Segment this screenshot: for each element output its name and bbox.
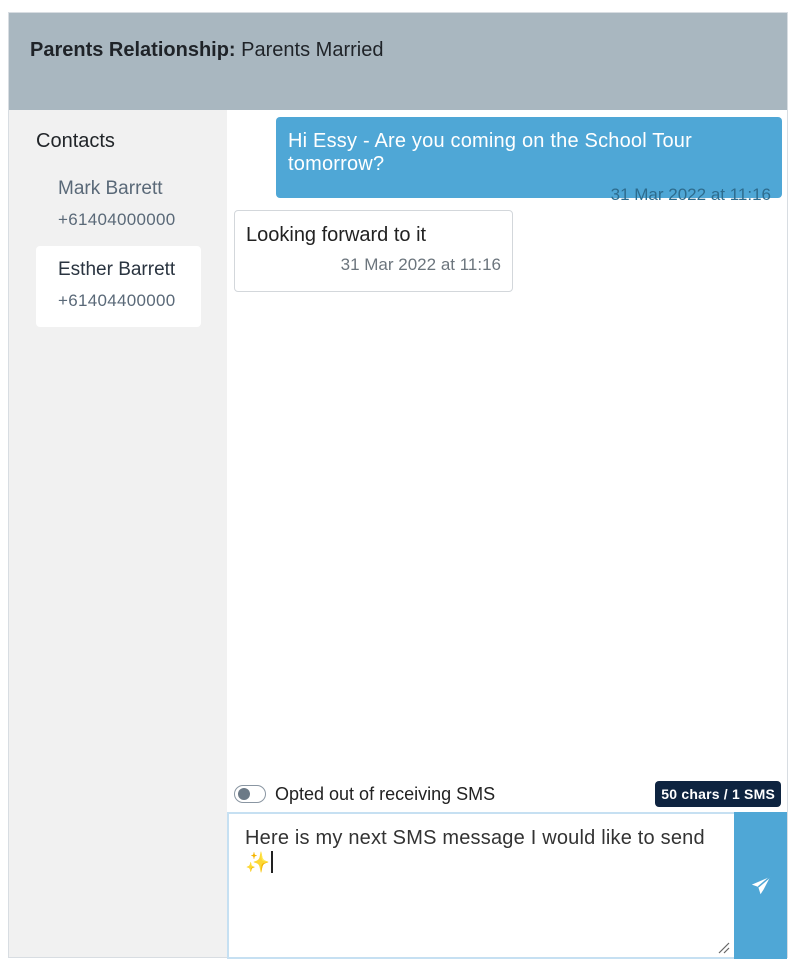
send-button[interactable] xyxy=(734,812,787,959)
message-timestamp: 31 Mar 2022 at 11:16 xyxy=(340,255,501,274)
header-bar: Parents Relationship: Parents Married xyxy=(9,13,787,110)
toggle-off-icon[interactable] xyxy=(234,785,266,803)
relationship-line: Parents Relationship: Parents Married xyxy=(30,39,383,62)
optout-row: Opted out of receiving SMS xyxy=(234,782,495,806)
message-bubble-incoming: Looking forward to it 31 Mar 2022 at 11:… xyxy=(234,210,513,292)
contact-item-esther-barrett[interactable]: Esther Barrett +61404400000 xyxy=(36,246,201,327)
contact-phone: +61404000000 xyxy=(58,210,176,229)
optout-label: Opted out of receiving SMS xyxy=(275,783,496,804)
contacts-title: Contacts xyxy=(36,130,115,152)
message-input-value: Here is my next SMS message I would like… xyxy=(245,827,705,874)
message-bubble-outgoing: Hi Essy - Are you coming on the School T… xyxy=(276,117,782,204)
sms-char-counter-badge: 50 chars / 1 SMS xyxy=(655,781,781,807)
toggle-knob xyxy=(238,788,250,800)
sms-panel: Parents Relationship: Parents Married Co… xyxy=(8,12,788,959)
paper-plane-icon xyxy=(751,875,771,894)
message-text: Looking forward to it xyxy=(246,224,427,246)
message-timestamp: 31 Mar 2022 at 11:16 xyxy=(610,185,771,204)
contact-name: Mark Barrett xyxy=(58,178,163,199)
relationship-value: Parents Married xyxy=(241,39,384,61)
contact-name: Esther Barrett xyxy=(58,259,176,280)
relationship-label: Parents Relationship: xyxy=(30,39,236,61)
contacts-sidebar: Contacts Mark Barrett +61404000000 Esthe… xyxy=(9,110,227,957)
message-text: Hi Essy - Are you coming on the School T… xyxy=(288,130,692,175)
conversation-pane: Hi Essy - Are you coming on the School T… xyxy=(227,110,787,959)
message-input[interactable]: Here is my next SMS message I would like… xyxy=(227,812,734,959)
text-caret xyxy=(271,851,274,873)
contact-phone: +61404400000 xyxy=(58,291,176,310)
message-composer: Here is my next SMS message I would like… xyxy=(227,812,787,959)
resize-grip-icon[interactable] xyxy=(718,942,730,954)
contact-item-mark-barrett[interactable]: Mark Barrett +61404000000 xyxy=(36,165,201,246)
